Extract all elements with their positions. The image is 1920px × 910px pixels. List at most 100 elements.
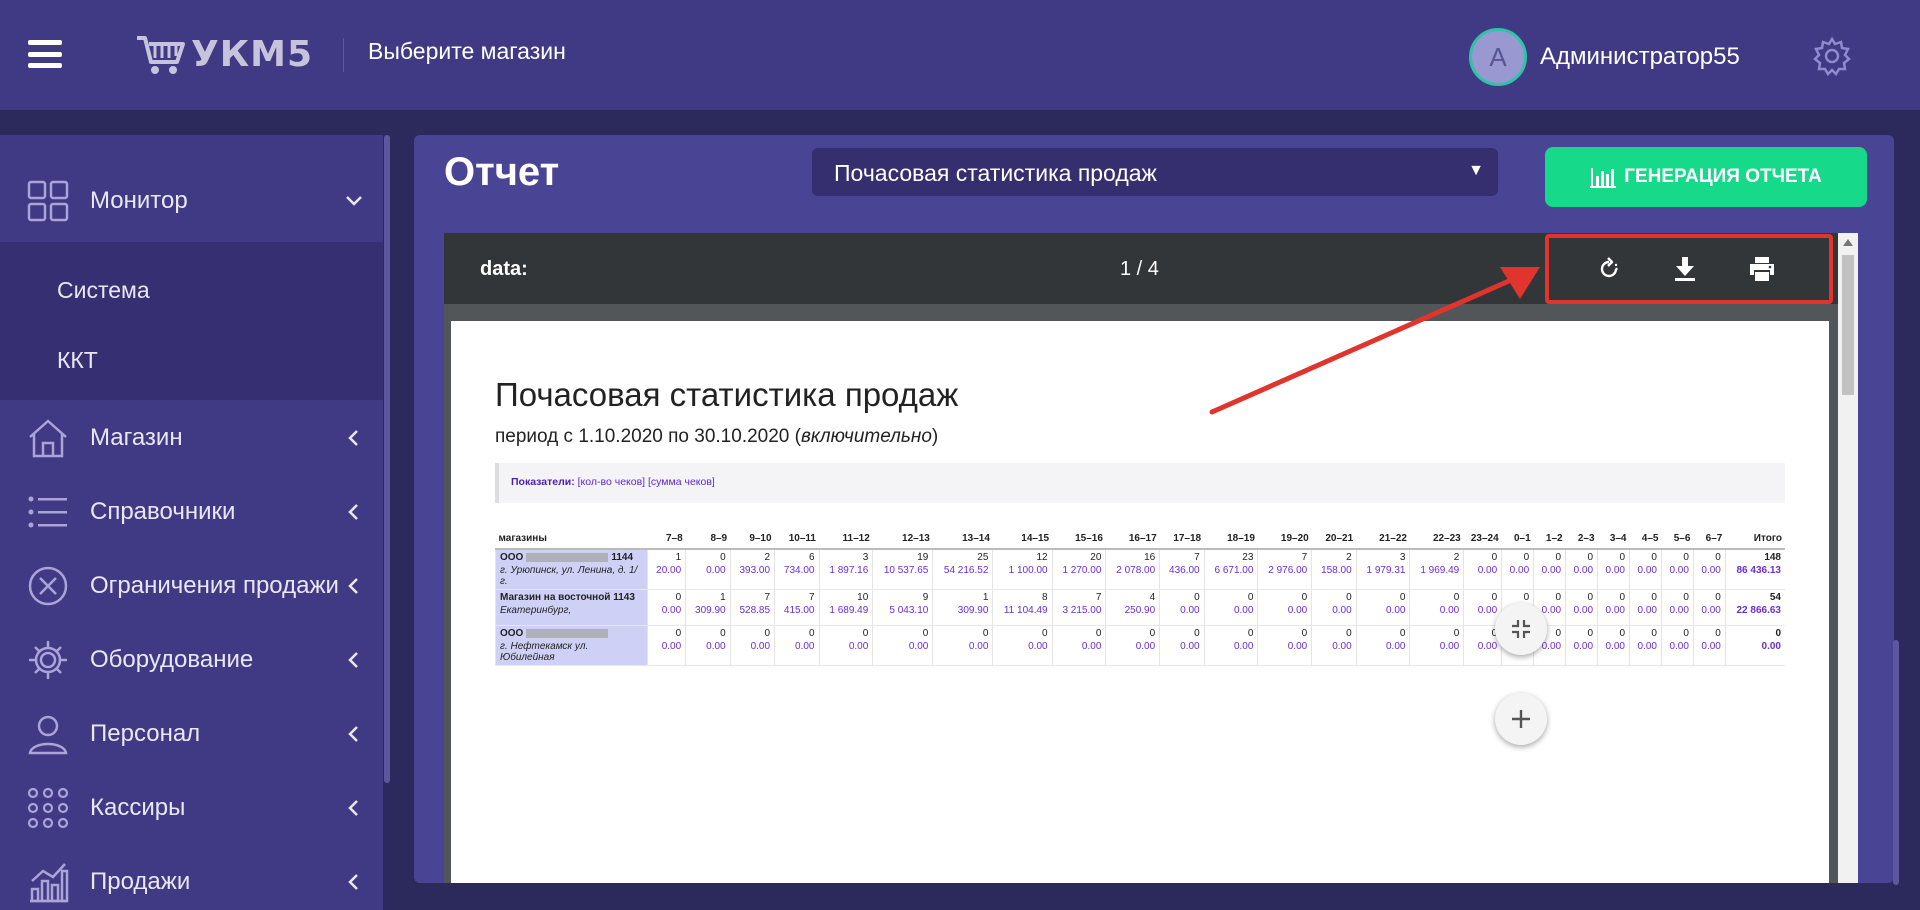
table-cell: 00.00: [992, 625, 1053, 666]
table-cell: 1 309.90: [932, 589, 993, 626]
table-cell: 00.00: [818, 625, 873, 666]
logo[interactable]: УКМ5: [135, 30, 313, 78]
sidebar-item-store[interactable]: Магазин: [0, 402, 383, 474]
column-header: 12–13: [872, 529, 933, 550]
table-cell: 00.00: [1533, 549, 1566, 590]
sidebar-item-sales[interactable]: Продажи: [0, 846, 383, 910]
column-header: 10–11: [774, 529, 819, 550]
monitor-submenu: Система ККТ: [0, 242, 383, 400]
scroll-up-arrow-icon[interactable]: [1843, 239, 1853, 246]
table-cell: 00.00: [1051, 625, 1106, 666]
column-header: 0–1: [1501, 529, 1534, 550]
table-cell: 10 1 689.49: [818, 589, 873, 626]
page-title: Отчет: [444, 150, 560, 194]
sidebar-item-monitor[interactable]: Монитор: [0, 165, 383, 237]
dropdown-arrow-icon: ▼: [1468, 162, 1484, 179]
sidebar-label: Кассиры: [90, 794, 186, 821]
table-row: Магазин на восточной 1143 Екатеринбург, 0 0…: [495, 589, 1785, 626]
download-button[interactable]: [1667, 251, 1703, 287]
report-type-select[interactable]: Почасовая статистика продаж ▼: [812, 148, 1498, 196]
column-header: 15–16: [1052, 529, 1106, 550]
table-cell: 00.00: [1660, 549, 1694, 590]
table-cell: 73 215.00: [1051, 589, 1106, 626]
collapse-icon: [1512, 620, 1530, 638]
table-cell: 7 415.00: [774, 589, 819, 626]
chevron-left-icon: [348, 578, 358, 594]
chevron-left-icon: [348, 726, 358, 742]
annotation-arrow: [1209, 267, 1540, 415]
avatar[interactable]: А: [1469, 28, 1527, 86]
table-cell: 00.00: [1463, 549, 1502, 590]
username[interactable]: Администратор55: [1540, 43, 1740, 71]
pdf-page-indicator: 1 / 4: [1120, 258, 1159, 280]
page-scrollbar[interactable]: [1893, 640, 1899, 885]
column-header: 21–22: [1356, 529, 1410, 550]
column-header: 18–19: [1204, 529, 1258, 550]
rotate-button[interactable]: [1591, 251, 1627, 287]
table-cell: 00.00: [1257, 625, 1312, 666]
table-cell: 00.00: [685, 625, 731, 666]
chevron-left-icon: [348, 800, 358, 816]
restriction-icon: [28, 566, 68, 606]
zoom-in-button[interactable]: [1495, 693, 1547, 745]
chevron-left-icon: [348, 652, 358, 668]
table-cell: 00.00: [1597, 625, 1630, 666]
table-cell: 00.00: [932, 625, 993, 666]
cart-icon: [137, 36, 185, 74]
indicators-box: Показатели: [кол-во чеков] [сумма чеков]: [495, 463, 1785, 503]
pdf-toolbar: data: 1 / 4: [444, 233, 1858, 304]
column-header: 16–17: [1105, 529, 1160, 550]
pdf-scrollbar[interactable]: [1838, 233, 1858, 883]
table-cell: 8 11 104.49: [992, 589, 1053, 626]
print-button[interactable]: [1744, 251, 1780, 287]
column-header: 13–14: [932, 529, 993, 550]
sidebar-label: Продажи: [90, 868, 191, 895]
table-cell: 20 1 270.00: [1051, 549, 1106, 590]
table-cell: 00.00: [1203, 589, 1258, 626]
table-row: ООО 1144 г. Урюпинск, ул. Ленина, д. 1/г. 1…: [495, 549, 1785, 590]
sidebar-label: Магазин: [90, 424, 183, 451]
table-cell: 00.00: [1257, 589, 1312, 626]
column-header: 19–20: [1257, 529, 1312, 550]
table-cell: 95 043.10: [872, 589, 933, 626]
sidebar-scrollbar[interactable]: [384, 135, 390, 783]
table-cell: 00.00: [1311, 589, 1357, 626]
menu-toggle-icon[interactable]: [28, 40, 62, 68]
sidebar-item-personnel[interactable]: Персонал: [0, 698, 383, 770]
store-selector[interactable]: Выберите магазин: [368, 38, 566, 65]
column-header: 11–12: [819, 529, 873, 550]
column-header: 14–15: [992, 529, 1053, 550]
table-cell: 16 2 078.00: [1105, 549, 1160, 590]
top-header: УКМ5 Выберите магазин А Администратор55: [0, 0, 1920, 110]
store-cell: ООО 1144 г. Урюпинск, ул. Ленина, д. 1/г.: [495, 549, 648, 590]
table-cell: 19 10 537.65: [872, 549, 933, 590]
scrollbar-thumb[interactable]: [1842, 255, 1854, 395]
table-cell: 31 897.16: [818, 549, 873, 590]
table-cell: 00.00: [646, 589, 686, 626]
table-cell: 2 158.00: [1311, 549, 1357, 590]
column-header: 1–2: [1533, 529, 1566, 550]
sidebar-item-sales-restrictions[interactable]: Ограничения продажи: [0, 550, 383, 622]
submenu-item-kkt[interactable]: ККТ: [57, 347, 98, 374]
table-row: ООО г. Нефтекамск ул. Юбилейная 0 0.00 0 0.00…: [495, 625, 1785, 666]
table-cell: 00.00: [1409, 625, 1464, 666]
table-cell: 7 528.85: [729, 589, 775, 626]
sidebar-item-equipment[interactable]: Оборудование: [0, 624, 383, 696]
chevron-down-icon: [346, 196, 362, 206]
table-cell: 00.00: [774, 625, 819, 666]
sidebar-item-cashiers[interactable]: Кассиры: [0, 772, 383, 844]
table-cell: 12 1 100.00: [992, 549, 1053, 590]
column-header: 7–8: [647, 529, 686, 550]
settings-gear-icon[interactable]: [1812, 36, 1852, 76]
table-cell: 00.00: [1355, 625, 1410, 666]
fit-page-button[interactable]: [1495, 603, 1547, 655]
sidebar-item-directories[interactable]: Справочники: [0, 476, 383, 548]
sidebar-label: Монитор: [90, 187, 188, 214]
pdf-title: data:: [480, 258, 528, 280]
redacted-name: [526, 628, 609, 638]
pdf-viewer: data: 1 / 4 Почасовая статистика продаж …: [444, 233, 1858, 883]
table-cell: 00.00: [1660, 589, 1694, 626]
submenu-item-system[interactable]: Система: [57, 277, 150, 304]
logo-text: УКМ5: [191, 33, 314, 75]
generate-report-button[interactable]: ГЕНЕРАЦИЯ ОТЧЕТА: [1545, 147, 1867, 207]
